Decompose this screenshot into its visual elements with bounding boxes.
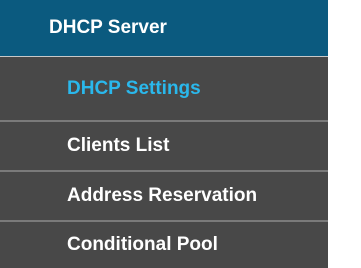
menu-item-dhcp-settings[interactable]: DHCP Settings	[0, 57, 328, 120]
menu-item-label: Clients List	[67, 135, 170, 156]
menu-header-label: DHCP Server	[49, 17, 167, 38]
menu-item-label: Address Reservation	[67, 185, 258, 206]
menu-item-clients-list[interactable]: Clients List	[0, 120, 328, 170]
menu-item-label: DHCP Settings	[67, 77, 201, 99]
menu-item-label: Conditional Pool	[67, 234, 218, 255]
menu-item-conditional-pool[interactable]: Conditional Pool	[0, 220, 328, 268]
menu-item-address-reservation[interactable]: Address Reservation	[0, 170, 328, 220]
menu-header-dhcp-server[interactable]: DHCP Server	[0, 0, 328, 57]
dhcp-sidebar-menu: DHCP Server DHCP Settings Clients List A…	[0, 0, 328, 268]
